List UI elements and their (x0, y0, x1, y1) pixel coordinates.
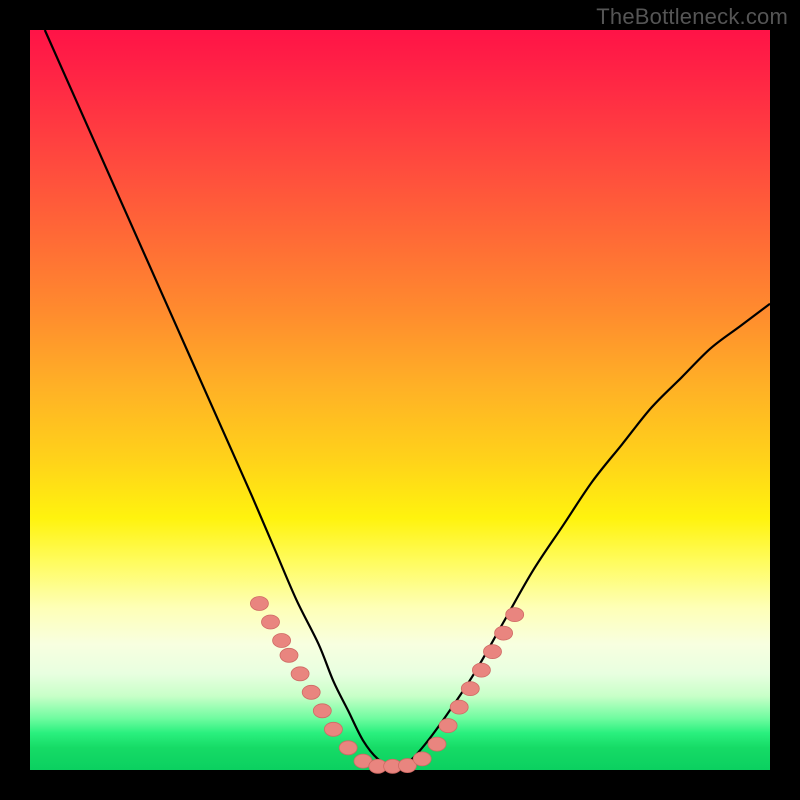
data-marker (313, 704, 331, 718)
data-marker (450, 700, 468, 714)
plot-area (30, 30, 770, 770)
bottleneck-curve (45, 30, 770, 766)
data-marker (472, 663, 490, 677)
watermark-text: TheBottleneck.com (596, 4, 788, 30)
data-marker (484, 645, 502, 659)
data-marker (324, 722, 342, 736)
data-markers (250, 597, 523, 774)
data-marker (273, 634, 291, 648)
chart-stage: TheBottleneck.com (0, 0, 800, 800)
data-marker (439, 719, 457, 733)
data-marker (291, 667, 309, 681)
chart-svg (30, 30, 770, 770)
data-marker (339, 741, 357, 755)
data-marker (413, 752, 431, 766)
data-marker (495, 626, 513, 640)
data-marker (428, 737, 446, 751)
data-marker (262, 615, 280, 629)
data-marker (506, 608, 524, 622)
data-marker (280, 648, 298, 662)
data-marker (250, 597, 268, 611)
data-marker (461, 682, 479, 696)
data-marker (302, 685, 320, 699)
